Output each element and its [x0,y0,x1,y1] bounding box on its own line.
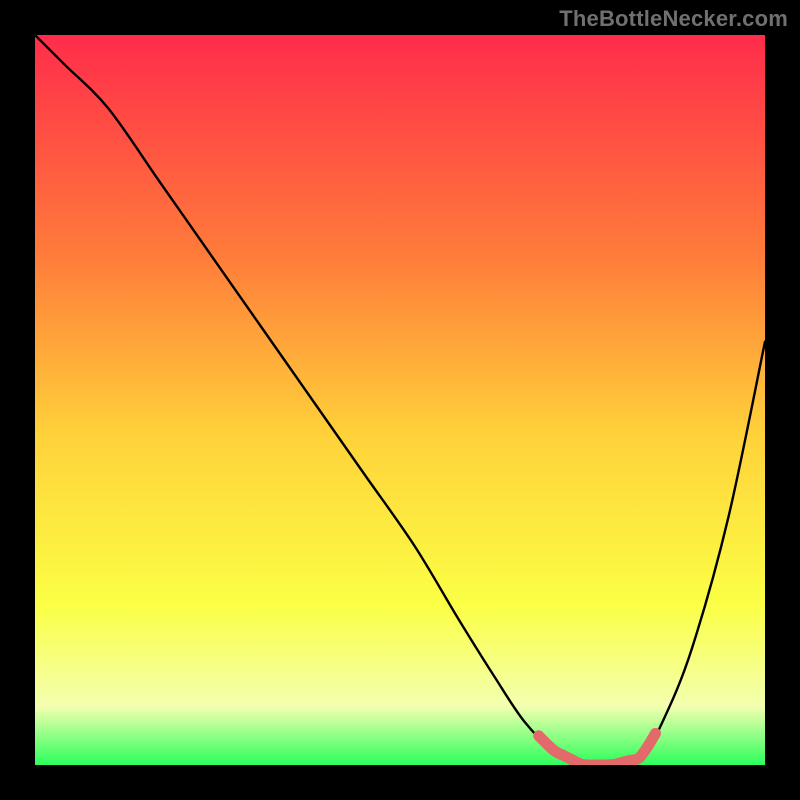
chart-frame: TheBottleNecker.com [0,0,800,800]
plot-area [35,35,765,765]
bottleneck-chart [35,35,765,765]
gradient-background [35,35,765,765]
watermark-text: TheBottleNecker.com [559,6,788,32]
